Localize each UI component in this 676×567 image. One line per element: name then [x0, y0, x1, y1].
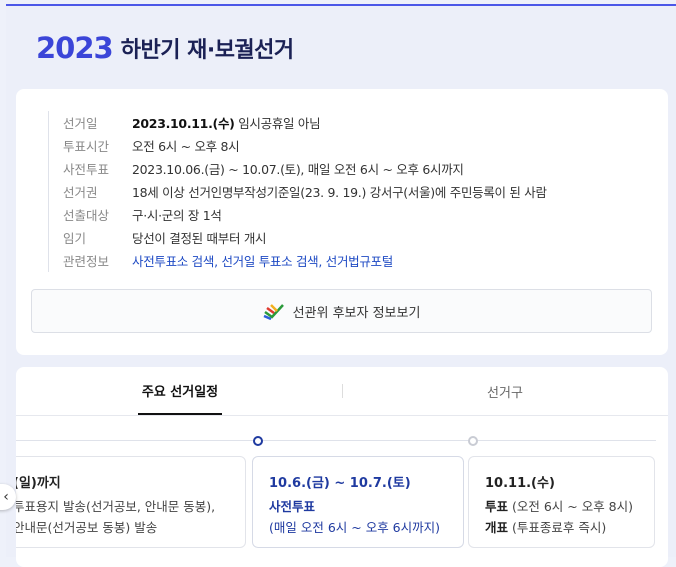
info-label: 사전투표 — [63, 162, 110, 177]
title-year: 2023 — [36, 31, 114, 65]
info-row-early-voting: 사전투표 2023.10.06.(금) ~ 10.07.(토), 매일 오전 6… — [63, 157, 547, 180]
holiday-note: 임시공휴일 아님 — [234, 116, 321, 131]
candidate-info-label: 선관위 후보자 정보보기 — [292, 305, 421, 321]
tab-main-schedule[interactable]: 주요 선거일정 — [138, 367, 222, 415]
schedule-event-current: 10.6.(금) ~ 10.7.(토) 사전투표 (매일 오전 6시 ~ 오후 … — [252, 456, 464, 548]
info-row-eligibility: 선거권 18세 이상 선거인명부작성기준일(23. 9. 19.) 강서구(서울… — [63, 180, 547, 203]
event-date: 10.11.(수) — [485, 476, 555, 491]
info-label: 투표시간 — [63, 139, 110, 154]
event-line: 안내문(선거공보 동봉) 발송 — [16, 520, 158, 535]
info-label: 선거권 — [63, 185, 98, 200]
nec-logo-icon — [263, 302, 285, 321]
info-label: 선출대상 — [63, 208, 110, 223]
info-value: 오전 6시 ~ 오후 8시 — [132, 139, 240, 154]
link-early-polling-search[interactable]: 사전투표소 검색 — [132, 254, 214, 269]
schedule-card: 주요 선거일정 선거구 (일)까지 투표용지 발송(선거공보, 안내문 동봉),… — [16, 367, 668, 567]
title-text: 하반기 재·보궐선거 — [120, 38, 294, 63]
chevron-left-icon: ‹ — [3, 489, 9, 505]
schedule-tabs: 주요 선거일정 선거구 — [16, 367, 668, 416]
info-list: 선거일 2023.10.11.(수) 임시공휴일 아님 투표시간 오전 6시 ~… — [48, 111, 547, 272]
election-date: 2023.10.11.(수) — [132, 116, 235, 131]
info-row-term: 임기 당선이 결정된 때부터 개시 — [63, 226, 547, 249]
schedule-event: 10.11.(수) 투표 (오전 6시 ~ 오후 8시) 개표 (투표종료후 즉… — [468, 456, 655, 548]
info-label: 관련정보 — [63, 254, 110, 269]
event-date: 10.6.(금) ~ 10.7.(토) — [269, 476, 411, 491]
info-value: 2023.10.11.(수) 임시공휴일 아님 — [132, 113, 321, 132]
info-value: 2023.10.06.(금) ~ 10.07.(토), 매일 오전 6시 ~ 오… — [132, 162, 464, 177]
schedule-event: (일)까지 투표용지 발송(선거공보, 안내문 동봉), 안내문(선거공보 동봉… — [16, 456, 246, 548]
link-polling-station-search[interactable]: 선거일 투표소 검색 — [221, 254, 318, 269]
info-row-election-day: 선거일 2023.10.11.(수) 임시공휴일 아님 — [63, 111, 547, 134]
info-value: 구·시·군의 장 1석 — [132, 208, 222, 223]
tab-constituency[interactable]: 선거구 — [342, 367, 668, 415]
info-row-election-target: 선출대상 구·시·군의 장 1석 — [63, 203, 547, 226]
info-label: 임기 — [63, 231, 87, 246]
info-value: 당선이 결정된 때부터 개시 — [132, 231, 267, 246]
candidate-info-button[interactable]: 선관위 후보자 정보보기 — [31, 289, 652, 333]
event-line: 투표용지 발송(선거공보, 안내문 동봉), — [16, 499, 216, 514]
info-value: 18세 이상 선거인명부작성기준일(23. 9. 19.) 강서구(서울)에 주… — [132, 185, 547, 200]
info-row-related: 관련정보 사전투표소 검색, 선거일 투표소 검색, 선거법규포털 — [63, 249, 547, 272]
event-label: 투표 — [485, 499, 509, 514]
timeline-line — [16, 440, 656, 441]
event-date: (일)까지 — [16, 476, 61, 491]
event-detail: (투표종료후 즉시) — [508, 520, 607, 535]
related-links: 사전투표소 검색, 선거일 투표소 검색, 선거법규포털 — [132, 254, 394, 269]
event-label: 개표 — [485, 520, 509, 535]
event-line: 투표 (오전 6시 ~ 오후 8시) — [485, 496, 638, 517]
event-detail: (매일 오전 6시 ~ 오후 6시까지) — [269, 520, 441, 535]
event-title: 사전투표 — [269, 499, 316, 514]
page-title: 2023 하반기 재·보궐선거 — [36, 28, 294, 68]
timeline-dot — [468, 436, 478, 446]
info-row-voting-hours: 투표시간 오전 6시 ~ 오후 8시 — [63, 134, 547, 157]
link-election-law-portal[interactable]: 선거법규포털 — [326, 254, 394, 269]
timeline-dot-active — [253, 436, 263, 446]
event-detail: (오전 6시 ~ 오후 8시) — [508, 499, 634, 514]
info-label: 선거일 — [63, 116, 98, 131]
event-line: 개표 (투표종료후 즉시) — [485, 517, 638, 538]
